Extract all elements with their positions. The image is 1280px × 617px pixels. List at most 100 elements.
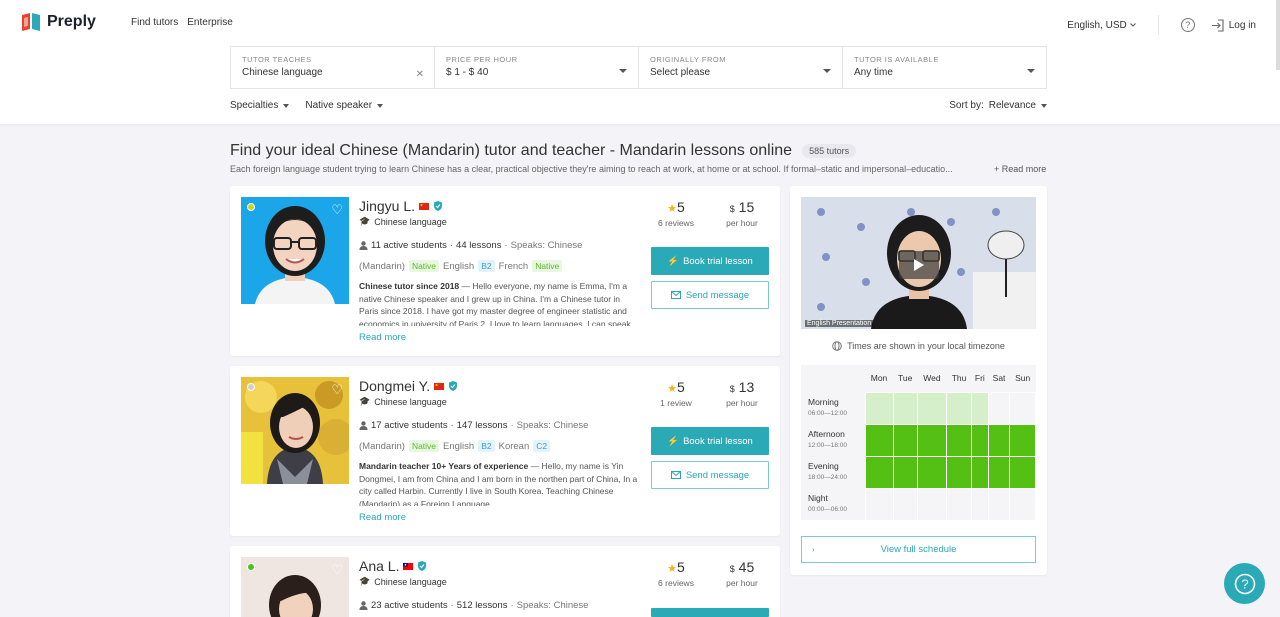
tutor-preview-panel: English Presentation Times are shown in …: [790, 186, 1047, 575]
clear-icon[interactable]: ✕: [416, 69, 424, 80]
language-level-badge: B2: [478, 260, 495, 272]
main-nav: Find tutors Enterprise: [131, 17, 233, 28]
tutor-price: $ 45 per hour: [718, 559, 766, 588]
nav-find-tutors[interactable]: Find tutors: [131, 17, 178, 28]
tutor-card[interactable]: ♡ Ana L. 🎓 Chinese language 23 active st…: [230, 546, 780, 617]
tutor-photo[interactable]: ♡: [241, 557, 349, 617]
filter-label: PRICE PER HOUR: [446, 55, 518, 64]
view-full-schedule-button[interactable]: › View full schedule: [801, 536, 1036, 563]
price-value: 15: [738, 199, 755, 215]
availability-cell: [970, 391, 989, 425]
tutor-card[interactable]: ♡ Jingyu L. 🎓 Chinese language 11 active…: [230, 186, 780, 356]
availability-cell: [1009, 391, 1036, 425]
availability-cell: [946, 423, 972, 457]
lessons-count: 44 lessons: [456, 240, 502, 251]
language-level-badge: Native: [532, 260, 563, 272]
reviews-count[interactable]: 6 reviews: [651, 218, 701, 228]
china-flag-icon: [419, 202, 430, 210]
login-link[interactable]: Log in: [1211, 18, 1256, 32]
specialties-dropdown[interactable]: Specialties: [230, 100, 290, 111]
day-header: Sun: [1009, 365, 1036, 392]
favorite-heart-icon[interactable]: ♡: [331, 382, 343, 398]
tutor-name-row: Jingyu L.: [359, 198, 443, 214]
read-more-link[interactable]: Read more: [359, 332, 406, 343]
day-header: Sat: [988, 365, 1010, 392]
nav-right: English, USD ? Log in: [1067, 15, 1256, 35]
lightning-icon: ⚡: [667, 435, 680, 447]
person-icon: [359, 421, 368, 430]
availability-cell: [892, 391, 918, 425]
availability-cell: [1009, 455, 1036, 489]
intro-read-more-link[interactable]: + Read more: [994, 164, 1046, 174]
play-button[interactable]: [899, 251, 939, 279]
filter-originally-from[interactable]: ORIGINALLY FROM Select please: [639, 47, 843, 88]
tutor-name[interactable]: Ana L.: [359, 558, 399, 574]
filter-tutor-teaches[interactable]: TUTOR TEACHES Chinese language ✕: [231, 47, 435, 88]
tutor-card[interactable]: ♡ Dongmei Y. 🎓 Chinese language 17 activ…: [230, 366, 780, 536]
page-title: Find your ideal Chinese (Mandarin) tutor…: [230, 142, 793, 159]
slot-name: Night: [808, 493, 828, 503]
sort-dropdown[interactable]: Sort by: Relevance: [949, 100, 1047, 111]
day-header: Tue: [893, 365, 918, 392]
verified-badge-icon: [434, 201, 443, 211]
availability-cell: [864, 423, 894, 457]
tutor-rating: ★5 6 reviews: [651, 199, 701, 228]
book-trial-lesson-button[interactable]: ⚡ Book trial lesson: [651, 247, 769, 275]
availability-cell: [1009, 487, 1036, 521]
per-hour-label: per hour: [726, 398, 758, 408]
speaks-label: Speaks: Chinese: [510, 240, 583, 251]
person-icon: [359, 241, 368, 250]
help-chat-button[interactable]: ?: [1224, 563, 1265, 604]
availability-cell: [864, 391, 894, 425]
availability-cell: [946, 391, 972, 425]
chevron-down-icon: [1129, 23, 1136, 27]
preply-logo[interactable]: Preply: [21, 13, 96, 31]
language-currency-selector[interactable]: English, USD: [1067, 20, 1136, 31]
availability-cell: [987, 487, 1011, 521]
caret-down-icon: [1041, 103, 1047, 108]
intro-video[interactable]: English Presentation: [801, 197, 1036, 329]
schedule-row: Evening 18:00—24:00: [801, 455, 1036, 489]
time-slot-label: Evening 18:00—24:00: [801, 456, 865, 488]
book-trial-lesson-button[interactable]: [651, 608, 769, 617]
specialties-label: Specialties: [230, 100, 279, 111]
video-caption: English Presentation: [805, 320, 874, 327]
native-speaker-dropdown[interactable]: Native speaker: [305, 100, 384, 111]
subject-label: Chinese language: [374, 396, 447, 407]
filter-label: ORIGINALLY FROM: [650, 55, 726, 64]
favorite-heart-icon[interactable]: ♡: [331, 562, 343, 578]
send-message-button[interactable]: Send message: [651, 281, 769, 309]
tutor-rating: ★5 1 review: [651, 379, 701, 408]
tutor-rating: ★5 6 reviews: [651, 559, 701, 588]
tutor-name[interactable]: Jingyu L.: [359, 198, 415, 214]
reviews-count[interactable]: 1 review: [651, 398, 701, 408]
book-trial-lesson-button[interactable]: ⚡ Book trial lesson: [651, 427, 769, 455]
availability-cell: [946, 455, 972, 489]
book-trial-label: Book trial lesson: [683, 255, 753, 267]
timezone-note: Times are shown in your local timezone: [790, 341, 1047, 351]
tutor-description: Mandarin teacher 10+ Years of experience…: [359, 460, 641, 506]
star-icon: ★: [667, 383, 678, 395]
graduation-cap-icon: 🎓: [359, 216, 371, 226]
tutor-photo[interactable]: ♡: [241, 377, 349, 484]
help-icon[interactable]: ?: [1180, 18, 1195, 32]
reviews-count[interactable]: 6 reviews: [651, 578, 701, 588]
filter-price-per-hour[interactable]: PRICE PER HOUR $ 1 - $ 40: [435, 47, 639, 88]
tutor-name[interactable]: Dongmei Y.: [359, 378, 430, 394]
play-icon: [914, 259, 924, 271]
tutor-photo[interactable]: ♡: [241, 197, 349, 304]
caret-down-icon: [823, 69, 831, 73]
language-name: Korean: [498, 440, 530, 452]
favorite-heart-icon[interactable]: ♡: [331, 202, 343, 218]
page-scrollbar[interactable]: [1276, 0, 1280, 70]
nav-enterprise[interactable]: Enterprise: [187, 17, 233, 28]
filter-tutor-available[interactable]: TUTOR IS AVAILABLE Any time: [843, 47, 1046, 88]
read-more-link[interactable]: Read more: [359, 512, 406, 523]
active-students: 11 active students: [371, 240, 447, 251]
active-students: 17 active students: [371, 420, 448, 431]
online-status-dot: [247, 563, 255, 571]
price-value: 45: [738, 559, 755, 575]
envelope-icon: [670, 291, 681, 299]
slot-name: Afternoon: [808, 429, 845, 439]
send-message-button[interactable]: Send message: [651, 461, 769, 489]
